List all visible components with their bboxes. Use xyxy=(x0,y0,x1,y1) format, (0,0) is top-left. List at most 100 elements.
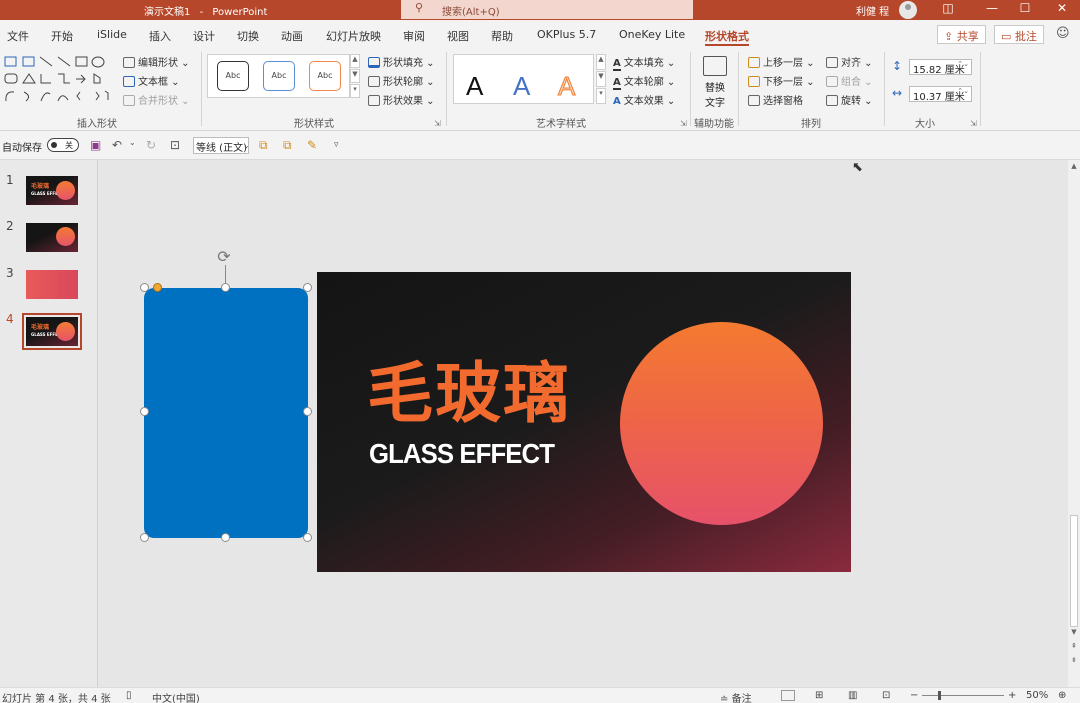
shape-style-preview[interactable]: Abc xyxy=(217,61,249,91)
gallery-scroll-up[interactable]: ▲ xyxy=(350,54,360,68)
resize-handle[interactable] xyxy=(221,283,230,292)
zoom-slider-thumb[interactable] xyxy=(938,691,941,700)
undo-icon[interactable]: ↶ xyxy=(112,138,122,152)
bring-forward-icon[interactable]: ⧉ xyxy=(259,138,268,153)
notes-button[interactable]: ≐ 备注 xyxy=(720,690,752,703)
slide-circle[interactable] xyxy=(620,322,823,525)
slide-thumbnail-2[interactable] xyxy=(26,223,78,252)
slide-editor-canvas[interactable]: 毛玻璃 GLASS EFFECT ⟳ xyxy=(98,160,1068,687)
comment-button[interactable]: ▭ 批注 xyxy=(994,25,1044,44)
share-button[interactable]: ⇪ 共享 xyxy=(937,25,986,44)
tab-slideshow[interactable]: 幻灯片放映 xyxy=(326,28,381,44)
adjust-handle[interactable] xyxy=(153,283,162,292)
text-effects-button[interactable]: A 文本效果 ⌄ xyxy=(613,92,675,107)
close-button[interactable]: ✕ xyxy=(1052,1,1072,15)
wordart-preview[interactable]: A xyxy=(557,71,575,102)
tab-insert[interactable]: 插入 xyxy=(149,28,171,44)
search-box[interactable]: ⚲ 搜索(Alt+Q) xyxy=(401,0,693,19)
send-backward-button[interactable]: 下移一层 ⌄ xyxy=(748,73,815,88)
resize-handle[interactable] xyxy=(303,407,312,416)
gallery-scroll-down[interactable]: ▼ xyxy=(350,69,360,83)
undo-dropdown-icon[interactable]: ⌄ xyxy=(129,138,136,147)
shape-height-input[interactable]: 15.82 厘米 ⌃⌄ xyxy=(909,59,972,76)
edit-shape-button[interactable]: 编辑形状 ⌄ xyxy=(123,54,190,69)
slideshow-icon[interactable]: ⊡ xyxy=(882,690,890,701)
tab-help[interactable]: 帮助 xyxy=(491,28,513,44)
tab-okplus[interactable]: OKPlus 5.7 xyxy=(537,28,596,41)
selection-pane-button[interactable]: 选择窗格 xyxy=(748,92,803,107)
dialog-launcher-icon[interactable]: ⇲ xyxy=(680,119,687,128)
dialog-launcher-icon[interactable]: ⇲ xyxy=(434,119,441,128)
resize-handle[interactable] xyxy=(140,533,149,542)
tab-home[interactable]: 开始 xyxy=(51,28,73,44)
spinner-icon[interactable]: ⌃⌄ xyxy=(957,60,969,68)
tab-transitions[interactable]: 切换 xyxy=(237,28,259,44)
tab-onekey[interactable]: OneKey Lite xyxy=(619,28,685,41)
font-dropdown-icon[interactable]: ⌄ xyxy=(243,141,250,150)
scroll-up-icon[interactable]: ▲ xyxy=(1068,162,1080,170)
shapes-icon[interactable] xyxy=(4,54,116,106)
redo-icon[interactable]: ↻ xyxy=(146,138,156,152)
reading-view-icon[interactable]: ▥ xyxy=(848,690,857,701)
slide-thumbnail-4[interactable]: 毛玻璃 GLASS EFFECT xyxy=(22,313,82,350)
text-fill-button[interactable]: A 文本填充 ⌄ xyxy=(613,54,675,71)
shape-fill-button[interactable]: 形状填充 ⌄ xyxy=(368,54,435,69)
scrollbar-thumb[interactable] xyxy=(1070,515,1078,627)
shape-gallery[interactable] xyxy=(4,54,116,106)
group-button[interactable]: 组合 ⌄ xyxy=(826,73,873,88)
slide-thumbnail-1[interactable]: 毛玻璃 GLASS EFFECT xyxy=(26,176,78,205)
align-button[interactable]: 对齐 ⌄ xyxy=(826,54,873,69)
slide[interactable]: 毛玻璃 GLASS EFFECT xyxy=(317,272,851,572)
shape-style-gallery[interactable]: Abc Abc Abc xyxy=(207,54,350,98)
tab-islide[interactable]: iSlide xyxy=(97,28,127,41)
tab-design[interactable]: 设计 xyxy=(193,28,215,44)
scroll-down-icon[interactable]: ▼ xyxy=(1068,628,1080,636)
resize-handle[interactable] xyxy=(303,283,312,292)
zoom-in-icon[interactable]: + xyxy=(1008,690,1016,701)
shape-width-input[interactable]: 10.37 厘米 ⌃⌄ xyxy=(909,86,972,103)
format-painter-icon[interactable]: ✎ xyxy=(307,138,317,152)
slide-title[interactable]: 毛玻璃 xyxy=(367,358,571,430)
vertical-scrollbar[interactable]: ▲ ▼ ⇞ ⇟ xyxy=(1068,160,1080,687)
selected-rounded-rectangle[interactable] xyxy=(144,288,308,538)
zoom-out-icon[interactable]: − xyxy=(910,690,918,701)
previous-slide-icon[interactable]: ⇞ xyxy=(1068,642,1080,650)
gallery-scroll-up[interactable]: ▲ xyxy=(596,54,606,70)
resize-handle[interactable] xyxy=(221,533,230,542)
resize-handle[interactable] xyxy=(303,533,312,542)
zoom-level[interactable]: 50% xyxy=(1026,690,1048,701)
minimize-button[interactable]: — xyxy=(982,1,1002,15)
tab-file[interactable]: 文件 xyxy=(7,28,29,44)
send-backward-icon[interactable]: ⧉ xyxy=(283,138,292,153)
wordart-gallery[interactable]: A A A xyxy=(453,54,594,104)
normal-view-icon[interactable] xyxy=(781,690,795,701)
maximize-button[interactable]: ☐ xyxy=(1015,1,1035,15)
tab-view[interactable]: 视图 xyxy=(447,28,469,44)
shape-effects-button[interactable]: 形状效果 ⌄ xyxy=(368,92,435,107)
slide-subtitle[interactable]: GLASS EFFECT xyxy=(369,438,555,470)
gallery-expand[interactable]: ▾ xyxy=(596,88,606,104)
tab-animations[interactable]: 动画 xyxy=(281,28,303,44)
resize-handle[interactable] xyxy=(140,407,149,416)
alt-text-button[interactable]: 替换 文字 xyxy=(700,56,730,110)
customize-toolbar-icon[interactable]: ▿ xyxy=(334,140,339,150)
slide-thumbnail-3[interactable] xyxy=(26,270,78,299)
wordart-preview[interactable]: A xyxy=(513,71,530,102)
zoom-slider[interactable] xyxy=(922,695,1004,696)
rotate-handle-icon[interactable]: ⟳ xyxy=(215,248,233,266)
resize-handle[interactable] xyxy=(140,283,149,292)
feedback-smiley-icon[interactable]: ☺ xyxy=(1056,26,1070,41)
text-outline-button[interactable]: A 文本轮廓 ⌄ xyxy=(613,73,675,90)
slide-sorter-icon[interactable]: ⊞ xyxy=(815,690,823,701)
gallery-expand[interactable]: ▾ xyxy=(350,84,360,98)
wordart-preview[interactable]: A xyxy=(466,71,483,102)
shape-outline-button[interactable]: 形状轮廓 ⌄ xyxy=(368,73,435,88)
fit-to-window-icon[interactable]: ⊕ xyxy=(1058,690,1066,701)
font-select[interactable]: 等线 (正文) xyxy=(193,137,249,154)
dialog-launcher-icon[interactable]: ⇲ xyxy=(970,119,977,128)
spinner-icon[interactable]: ⌃⌄ xyxy=(957,87,969,95)
merge-shapes-button[interactable]: 合并形状 ⌄ xyxy=(123,92,190,107)
accessibility-check-icon[interactable]: ▯ xyxy=(126,690,132,701)
ribbon-display-icon[interactable]: ◫ xyxy=(938,1,958,15)
text-box-button[interactable]: 文本框 ⌄ xyxy=(123,73,180,88)
